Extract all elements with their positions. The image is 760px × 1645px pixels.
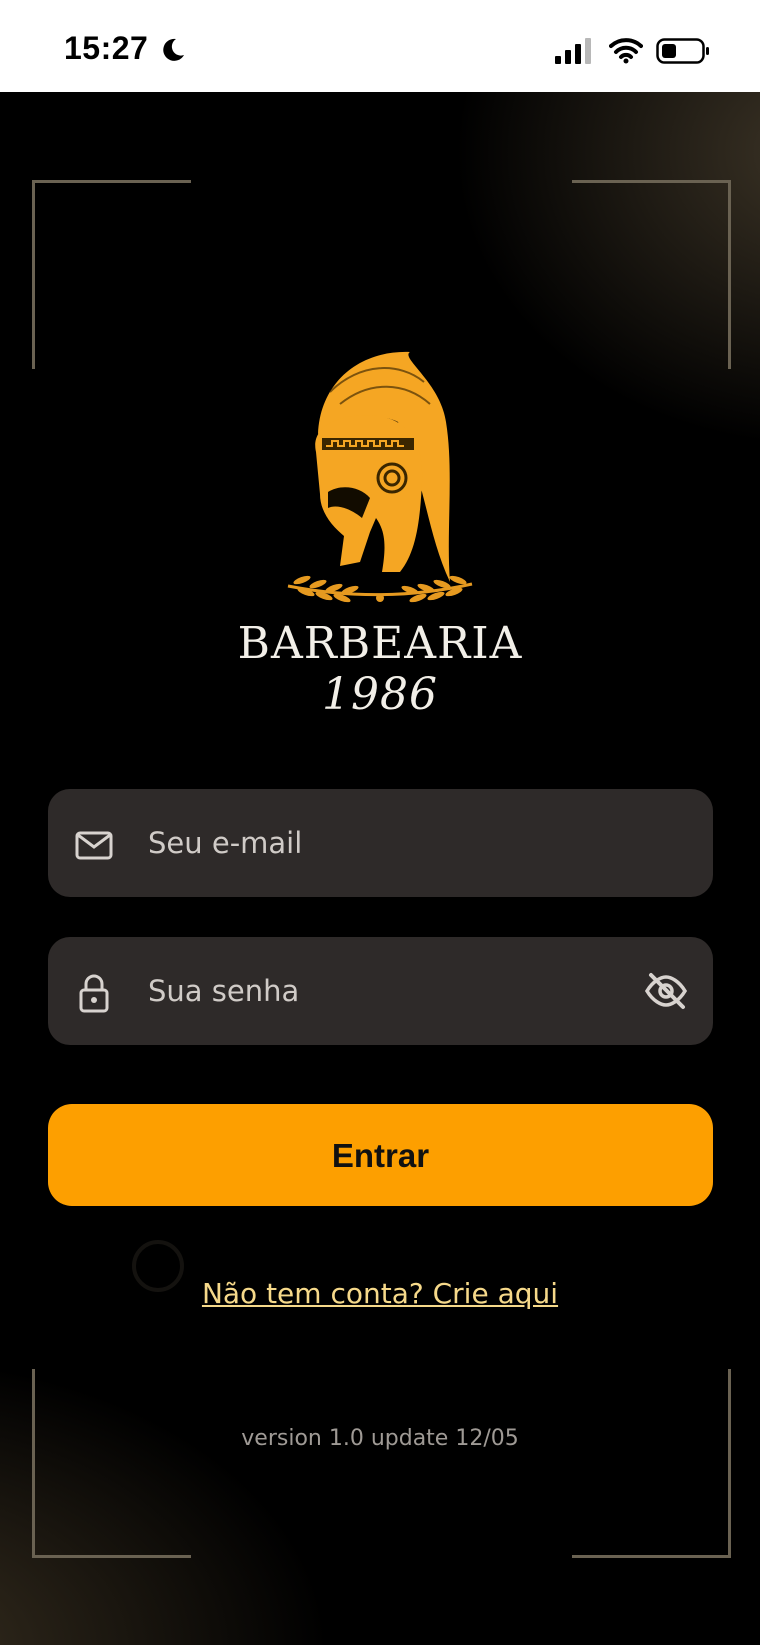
email-field[interactable] <box>48 789 713 897</box>
signup-link[interactable]: Não tem conta? Crie aqui <box>0 1277 760 1310</box>
email-input[interactable] <box>148 789 588 897</box>
brand-wordmark: BARBEARIA 1986 <box>210 618 550 720</box>
frame-corner-bottom-left <box>32 1369 191 1558</box>
password-input[interactable] <box>148 937 588 1045</box>
status-time: 15:27 <box>64 30 149 66</box>
brand-year: 1986 <box>322 669 438 720</box>
status-bar: 15:27 <box>0 0 760 92</box>
password-field[interactable] <box>48 937 713 1045</box>
wifi-icon <box>609 38 643 64</box>
lock-icon <box>79 974 109 1013</box>
frame-corner-bottom-right <box>572 1369 731 1558</box>
mail-icon <box>75 831 113 860</box>
battery-icon <box>656 38 709 64</box>
moon-icon <box>163 38 184 61</box>
brand-logo: BARBEARIA 1986 <box>210 322 550 720</box>
brand-name: BARBEARIA <box>237 618 523 669</box>
frame-corner-top-left <box>32 180 191 369</box>
version-text: version 1.0 update 12/05 <box>241 1426 519 1451</box>
cellular-signal-icon <box>555 38 591 64</box>
eye-off-icon[interactable] <box>643 969 689 1013</box>
login-button[interactable]: Entrar <box>48 1104 713 1206</box>
login-screen: BARBEARIA 1986 Entrar Não tem conta? Cri… <box>0 92 760 1645</box>
spartan-helmet-icon <box>287 351 473 603</box>
frame-corner-top-right <box>572 180 731 369</box>
